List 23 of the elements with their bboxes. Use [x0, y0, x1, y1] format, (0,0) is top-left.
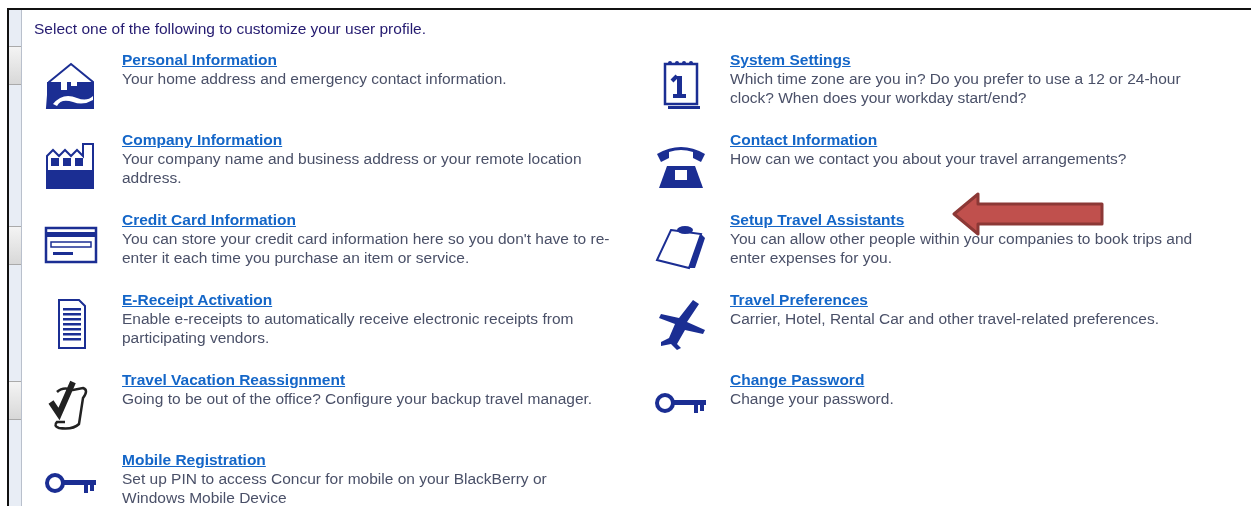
section-description: Enable e-receipts to automatically receive electronic receipts from participating vendors.: [122, 309, 575, 347]
section-link[interactable]: Contact Information: [730, 130, 878, 149]
section-link[interactable]: Personal Information: [122, 50, 278, 69]
section-link[interactable]: Company Information: [122, 130, 283, 149]
section-link[interactable]: Credit Card Information: [122, 210, 296, 229]
section-description: Change your password.: [730, 389, 895, 408]
section-description: How can we contact you about your travel arrangements?: [730, 149, 1128, 168]
section-link[interactable]: Mobile Registration: [122, 450, 266, 469]
section-description: Your company name and business address or your remote location address.: [122, 149, 583, 187]
section-link[interactable]: Travel Preferences: [730, 290, 868, 309]
section-description: Your home address and emergency contact information.: [122, 69, 508, 88]
section-link[interactable]: E-Receipt Activation: [122, 290, 273, 309]
section-description: You can store your credit card information here so you don't have to re-enter it each time you purchase an item or service.: [122, 229, 611, 267]
section-link[interactable]: Travel Vacation Reassignment: [122, 370, 346, 389]
section-description: Which time zone are you in? Do you prefer to use a 12 or 24-hour clock? When does your workday start/end?: [730, 69, 1182, 107]
section-link[interactable]: Setup Travel Assistants: [730, 210, 905, 229]
page-heading: Select one of the following to customize your user profile.: [34, 20, 427, 38]
section-description: Going to be out of the office? Configure your backup travel manager.: [122, 389, 594, 408]
section-description: You can allow other people within your companies to book trips and enter expenses for you.: [730, 229, 1194, 267]
section-description: Set up PIN to access Concur for mobile on your BlackBerry or Windows Mobile Device: [122, 469, 548, 506]
section-link[interactable]: System Settings: [730, 50, 851, 69]
section-link[interactable]: Change Password: [730, 370, 865, 389]
section-description: Carrier, Hotel, Rental Car and other travel-related preferences.: [730, 309, 1161, 328]
